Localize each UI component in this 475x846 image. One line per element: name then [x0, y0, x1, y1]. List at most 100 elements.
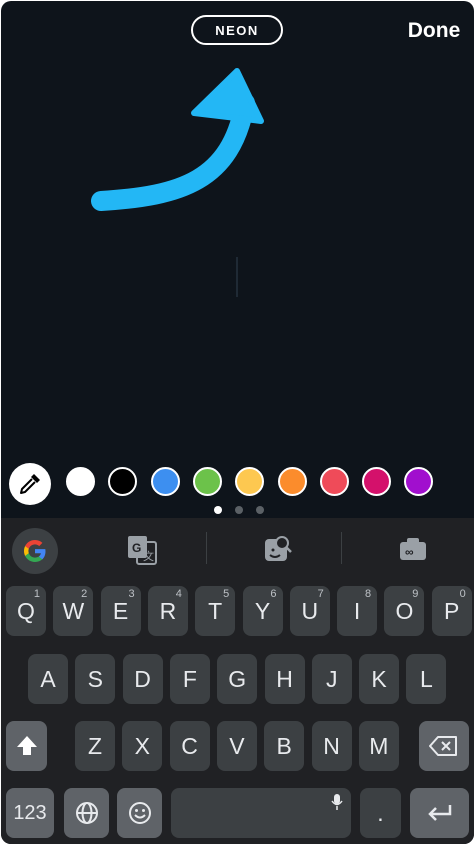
keyboard-toolbar: G 文 ∞: [1, 518, 474, 580]
key-label: S: [87, 665, 103, 692]
key-q[interactable]: Q1: [6, 586, 46, 636]
color-swatch[interactable]: [362, 467, 392, 496]
backspace-icon: [429, 736, 457, 756]
key-k[interactable]: K: [359, 654, 400, 704]
key-a[interactable]: A: [28, 654, 68, 704]
story-text-editor: NEON Done G 文 ∞ Q 1 W 2 E 3 R 4 T 5 Y 6 …: [1, 1, 474, 844]
color-swatch[interactable]: [66, 467, 95, 496]
microphone-icon: [331, 794, 343, 810]
svg-text:文: 文: [143, 549, 154, 563]
key-r[interactable]: R4: [147, 586, 188, 636]
globe-icon: [75, 802, 98, 824]
toolbar-divider: [206, 532, 207, 564]
key-hint: 0: [459, 588, 466, 600]
key-i[interactable]: I8: [337, 586, 378, 636]
key-label: H: [276, 665, 293, 692]
key-o[interactable]: O9: [384, 586, 425, 636]
key-hint: 2: [81, 588, 88, 600]
key-w[interactable]: W2: [53, 586, 94, 636]
google-button[interactable]: [12, 528, 58, 574]
gif-icon[interactable]: ∞: [398, 534, 428, 564]
key-v[interactable]: V: [216, 721, 257, 771]
key-hint: 6: [270, 588, 277, 600]
key-label: M: [369, 732, 389, 759]
key-z[interactable]: Z: [75, 721, 115, 771]
key-p[interactable]: P0: [431, 586, 472, 636]
key-u[interactable]: U7: [289, 586, 330, 636]
enter-key[interactable]: [410, 788, 469, 838]
keyboard: G 文 ∞ Q1W2E3R4T5Y6U7I8O9P0 ASDFGHJKL ZXC…: [1, 518, 474, 844]
color-swatch[interactable]: [150, 467, 180, 496]
key-c[interactable]: C: [169, 721, 210, 771]
key-label: F: [182, 665, 197, 692]
period-key[interactable]: .: [360, 788, 401, 838]
key-h[interactable]: H: [264, 654, 305, 704]
key-label: R: [159, 597, 177, 624]
key-n[interactable]: N: [311, 721, 352, 771]
key-label: P: [444, 597, 460, 624]
eyedropper-icon: [20, 474, 40, 494]
key-hint: 1: [33, 588, 40, 600]
color-swatch[interactable]: [404, 467, 434, 496]
color-swatch[interactable]: [277, 467, 307, 496]
key-t[interactable]: T5: [195, 586, 236, 636]
key-l[interactable]: L: [406, 654, 447, 704]
color-palette: [1, 463, 474, 505]
key-g[interactable]: G: [217, 654, 258, 704]
sticker-search-icon[interactable]: [263, 534, 293, 564]
space-key[interactable]: [171, 788, 351, 838]
svg-text:G: G: [132, 541, 141, 555]
key-hint: 7: [317, 588, 324, 600]
done-button[interactable]: Done: [401, 19, 467, 43]
translate-icon[interactable]: G 文: [126, 534, 158, 566]
key-hint: 4: [175, 588, 182, 600]
key-d[interactable]: D: [122, 654, 163, 704]
google-g-icon: [24, 540, 46, 562]
color-swatch[interactable]: [235, 467, 265, 496]
smiley-icon: [128, 802, 151, 824]
color-swatch[interactable]: [319, 467, 349, 496]
palette-page-indicator: [1, 504, 474, 516]
shift-key[interactable]: [6, 721, 47, 771]
numbers-key[interactable]: 123: [6, 788, 54, 838]
curved-arrow-icon: [91, 68, 264, 211]
backspace-key[interactable]: [419, 721, 469, 771]
eyedropper-button[interactable]: [9, 463, 51, 505]
key-label: U: [301, 597, 319, 624]
key-e[interactable]: E3: [100, 586, 141, 636]
color-swatch[interactable]: [192, 467, 222, 496]
key-f[interactable]: F: [169, 654, 210, 704]
key-label: K: [371, 665, 387, 692]
emoji-key[interactable]: [117, 788, 162, 838]
text-style-button[interactable]: NEON: [191, 15, 283, 45]
svg-text:∞: ∞: [405, 545, 414, 559]
key-label: B: [276, 732, 292, 759]
color-swatch[interactable]: [108, 467, 138, 496]
key-label: Z: [87, 732, 103, 759]
key-label: Q: [17, 597, 35, 624]
key-label: O: [395, 597, 414, 624]
page-dot: [214, 506, 222, 514]
key-x[interactable]: X: [122, 721, 163, 771]
key-j[interactable]: J: [311, 654, 352, 704]
key-b[interactable]: B: [264, 721, 305, 771]
key-label: V: [229, 732, 245, 759]
key-label: D: [134, 665, 151, 692]
key-label: Y: [254, 597, 271, 624]
key-s[interactable]: S: [75, 654, 116, 704]
language-key[interactable]: [64, 788, 109, 838]
key-hint: 8: [364, 588, 372, 600]
key-m[interactable]: M: [358, 721, 399, 771]
page-dot: [235, 506, 243, 514]
key-label: X: [134, 732, 150, 759]
key-y[interactable]: Y6: [242, 586, 283, 636]
text-cursor: [236, 257, 238, 297]
key-label: A: [40, 665, 56, 692]
key-label: L: [419, 665, 433, 692]
toolbar-divider: [341, 532, 342, 564]
shift-icon: [16, 736, 37, 755]
key-hint: 5: [223, 588, 230, 600]
key-label: J: [326, 665, 338, 692]
key-label: T: [208, 597, 223, 624]
key-label: W: [62, 597, 85, 624]
